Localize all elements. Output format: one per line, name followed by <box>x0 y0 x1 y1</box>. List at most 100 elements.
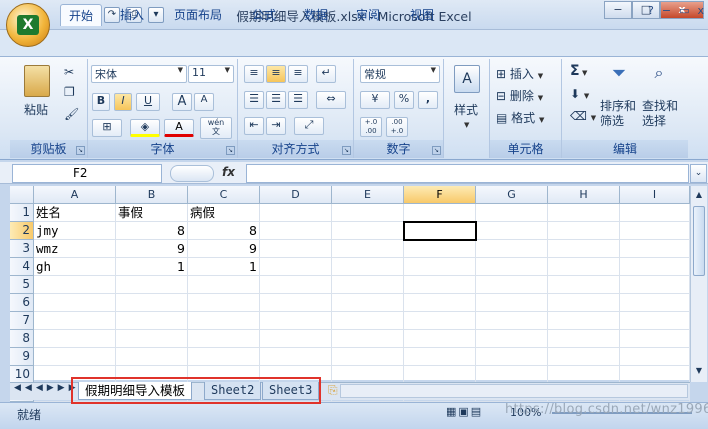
tab-review[interactable]: 审阅 <box>348 4 388 26</box>
cell-i7[interactable] <box>620 312 690 330</box>
column-header-e[interactable]: E <box>332 186 404 204</box>
cell-i6[interactable] <box>620 294 690 312</box>
row-header-7[interactable]: 7 <box>10 312 34 330</box>
sheet-nav-arrows-icon[interactable]: ◀◀◀▶▶▶ <box>14 383 80 393</box>
cell-g1[interactable] <box>476 204 548 222</box>
column-header-b[interactable]: B <box>116 186 188 204</box>
currency-icon[interactable]: ¥ <box>360 91 390 109</box>
styles-icon[interactable]: A <box>454 65 480 93</box>
cell-e1[interactable] <box>332 204 404 222</box>
cell-f4[interactable] <box>404 258 476 276</box>
cell-b9[interactable] <box>116 348 188 366</box>
format-cells-button[interactable]: ▤ 格式 ▼ <box>496 109 544 126</box>
insert-function-button[interactable]: fx <box>222 165 235 179</box>
cell-i1[interactable] <box>620 204 690 222</box>
font-name-select[interactable]: 宋体 ▼ <box>91 65 187 83</box>
cell-a5[interactable] <box>34 276 116 294</box>
column-header-d[interactable]: D <box>260 186 332 204</box>
cell-d6[interactable] <box>260 294 332 312</box>
row-header-5[interactable]: 5 <box>10 276 34 294</box>
cell-i4[interactable] <box>620 258 690 276</box>
fill-color-icon[interactable]: ◈ <box>130 119 160 137</box>
increase-indent-icon[interactable]: ⇥ <box>266 117 286 135</box>
row-header-4[interactable]: 4 <box>10 258 34 276</box>
cell-h5[interactable] <box>548 276 620 294</box>
decrease-indent-icon[interactable]: ⇤ <box>244 117 264 135</box>
cell-g9[interactable] <box>476 348 548 366</box>
cell-f3[interactable] <box>404 240 476 258</box>
horizontal-scrollbar[interactable] <box>340 384 688 398</box>
font-size-select[interactable]: 11 ▼ <box>188 65 234 83</box>
phonetic-guide-button[interactable]: wén 文 <box>200 117 232 139</box>
align-right-icon[interactable]: ☰ <box>288 91 308 109</box>
cell-f6[interactable] <box>404 294 476 312</box>
insert-sheet-icon[interactable]: ⎘ <box>328 383 338 398</box>
autosum-button[interactable]: Σ ▼ <box>570 63 587 79</box>
cell-b7[interactable] <box>116 312 188 330</box>
help-icon[interactable]: ? <box>648 4 654 17</box>
cell-g3[interactable] <box>476 240 548 258</box>
percent-button[interactable]: % <box>394 91 414 109</box>
column-header-c[interactable]: C <box>188 186 260 204</box>
borders-icon[interactable]: ⊞ <box>92 119 122 137</box>
fill-icon[interactable]: ⬇ ▼ <box>570 87 589 101</box>
cell-g6[interactable] <box>476 294 548 312</box>
cell-g7[interactable] <box>476 312 548 330</box>
format-painter-icon[interactable]: 🖌 <box>64 107 79 121</box>
find-select-button[interactable]: 查找和 选择 <box>642 99 678 129</box>
sort-filter-button[interactable]: 排序和 筛选 <box>600 99 636 129</box>
alignment-launcher-icon[interactable]: ↘ <box>342 146 351 155</box>
sort-filter-icon[interactable]: ⏷ <box>606 63 632 87</box>
wrap-text-icon[interactable]: ↵ <box>316 65 336 83</box>
delete-cells-button[interactable]: ⊟ 删除 ▼ <box>496 87 543 104</box>
bold-button[interactable]: B <box>92 93 110 111</box>
cell-e4[interactable] <box>332 258 404 276</box>
cell-e9[interactable] <box>332 348 404 366</box>
number-format-select[interactable]: 常规 ▼ <box>360 65 440 83</box>
formula-input[interactable] <box>246 164 689 183</box>
minimize-button[interactable]: − <box>604 1 632 19</box>
shrink-font-button[interactable]: A <box>194 93 214 111</box>
cell-i3[interactable] <box>620 240 690 258</box>
cell-b2[interactable]: 8 <box>116 222 188 240</box>
view-buttons-icon[interactable]: ▦▣▤ <box>446 405 483 418</box>
clipboard-launcher-icon[interactable]: ↘ <box>76 146 85 155</box>
cell-e8[interactable] <box>332 330 404 348</box>
tab-insert[interactable]: 插入 <box>112 4 152 26</box>
cell-e2[interactable] <box>332 222 404 240</box>
cell-d9[interactable] <box>260 348 332 366</box>
font-color-icon[interactable]: A <box>164 119 194 137</box>
paste-button[interactable]: 粘贴 <box>24 101 48 118</box>
styles-dropdown-icon[interactable]: ▼ <box>464 121 469 129</box>
ribbon-close-icon[interactable]: x <box>697 4 704 17</box>
cell-d8[interactable] <box>260 330 332 348</box>
underline-button[interactable]: U <box>136 93 160 111</box>
ribbon-minimize-icon[interactable]: − <box>662 4 671 17</box>
tab-page-layout[interactable]: 页面布局 <box>166 4 230 26</box>
cell-d4[interactable] <box>260 258 332 276</box>
cell-i5[interactable] <box>620 276 690 294</box>
grow-font-button[interactable]: A <box>172 93 192 111</box>
tab-home[interactable]: 开始 <box>60 4 103 26</box>
select-all-button[interactable] <box>10 186 34 204</box>
align-left-icon[interactable]: ☰ <box>244 91 264 109</box>
merge-center-icon[interactable]: ⇔ <box>316 91 346 109</box>
cell-f7[interactable] <box>404 312 476 330</box>
cell-d7[interactable] <box>260 312 332 330</box>
office-button[interactable]: X <box>6 3 50 47</box>
cell-b8[interactable] <box>116 330 188 348</box>
copy-icon[interactable]: ❐ <box>64 85 75 99</box>
cell-i8[interactable] <box>620 330 690 348</box>
cell-b6[interactable] <box>116 294 188 312</box>
formula-bar-divider-handle[interactable] <box>170 165 214 182</box>
cell-c3[interactable]: 9 <box>188 240 260 258</box>
cell-e6[interactable] <box>332 294 404 312</box>
cell-h1[interactable] <box>548 204 620 222</box>
expand-formula-bar-icon[interactable]: ⌄ <box>690 164 707 183</box>
cell-a3[interactable]: wmz <box>34 240 116 258</box>
tab-view[interactable]: 视图 <box>402 4 442 26</box>
cell-i9[interactable] <box>620 348 690 366</box>
cell-c8[interactable] <box>188 330 260 348</box>
cell-b1[interactable]: 事假 <box>116 204 188 222</box>
cell-f8[interactable] <box>404 330 476 348</box>
